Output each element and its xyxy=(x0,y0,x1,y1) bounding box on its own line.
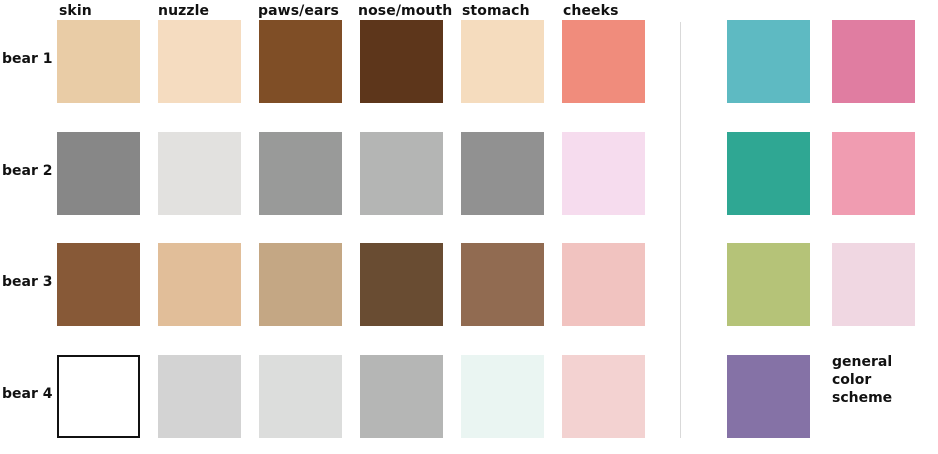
swatch-bear-3-nuzzle xyxy=(158,243,241,326)
swatch-bear-1-nose-mouth xyxy=(360,20,443,103)
swatch-bear-3-stomach xyxy=(461,243,544,326)
swatch-bear-3-nose-mouth xyxy=(360,243,443,326)
swatch-bear-4-skin xyxy=(57,355,140,438)
row-label-bear-1: bear 1 xyxy=(2,51,53,67)
row-label-bear-3: bear 3 xyxy=(2,274,53,290)
scheme-swatch-2-1 xyxy=(727,132,810,215)
column-header-nose-mouth: nose/mouth xyxy=(358,3,453,19)
swatch-bear-2-cheeks xyxy=(562,132,645,215)
column-header-nuzzle: nuzzle xyxy=(158,3,210,19)
swatch-bear-1-paws-ears xyxy=(259,20,342,103)
swatch-bear-2-stomach xyxy=(461,132,544,215)
swatch-bear-4-cheeks xyxy=(562,355,645,438)
row-label-bear-4: bear 4 xyxy=(2,386,53,402)
swatch-bear-4-paws-ears xyxy=(259,355,342,438)
swatch-bear-2-skin xyxy=(57,132,140,215)
swatch-bear-1-cheeks xyxy=(562,20,645,103)
column-header-stomach: stomach xyxy=(462,3,530,19)
scheme-swatch-3-2 xyxy=(832,243,915,326)
swatch-bear-1-skin xyxy=(57,20,140,103)
scheme-swatch-2-2 xyxy=(832,132,915,215)
scheme-swatch-1-1 xyxy=(727,20,810,103)
scheme-swatch-3-1 xyxy=(727,243,810,326)
row-label-bear-2: bear 2 xyxy=(2,163,53,179)
swatch-bear-2-nose-mouth xyxy=(360,132,443,215)
swatch-bear-3-skin xyxy=(57,243,140,326)
column-header-skin: skin xyxy=(59,3,92,19)
general-color-scheme-label: general color scheme xyxy=(832,354,893,406)
column-header-paws-ears: paws/ears xyxy=(258,3,339,19)
swatch-bear-2-paws-ears xyxy=(259,132,342,215)
swatch-bear-3-paws-ears xyxy=(259,243,342,326)
scheme-swatch-1-2 xyxy=(832,20,915,103)
swatch-bear-1-stomach xyxy=(461,20,544,103)
swatch-bear-3-cheeks xyxy=(562,243,645,326)
swatch-bear-4-nuzzle xyxy=(158,355,241,438)
scheme-swatch-4-1 xyxy=(727,355,810,438)
column-header-cheeks: cheeks xyxy=(563,3,619,19)
swatch-bear-4-stomach xyxy=(461,355,544,438)
section-divider xyxy=(680,22,681,438)
swatch-bear-2-nuzzle xyxy=(158,132,241,215)
swatch-bear-1-nuzzle xyxy=(158,20,241,103)
swatch-bear-4-nose-mouth xyxy=(360,355,443,438)
